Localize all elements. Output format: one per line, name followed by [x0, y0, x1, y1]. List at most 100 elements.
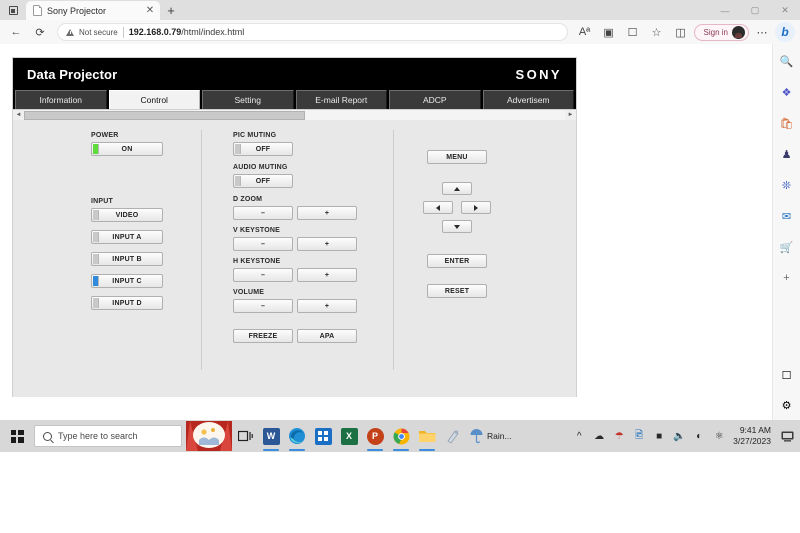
browser-essentials-icon[interactable]: ☐ — [778, 366, 796, 384]
tab-advertisement[interactable]: Advertisem — [482, 90, 574, 109]
enter-button[interactable]: ENTER — [427, 254, 487, 268]
h-keystone-plus-button[interactable]: + — [297, 268, 357, 282]
scrollbar-track[interactable] — [24, 109, 565, 121]
task-view-button[interactable] — [232, 420, 258, 452]
input-b-button[interactable]: INPUT B — [91, 252, 163, 266]
settings-gear-icon[interactable]: ⚙ — [778, 396, 796, 414]
audio-muting-label: AUDIO MUTING — [233, 164, 288, 171]
volume-plus-button[interactable]: + — [297, 299, 357, 313]
umbrella-icon — [470, 429, 483, 444]
tab-strip: Sony Projector ✕ + — ▢ ✕ — [0, 0, 800, 20]
left-arrow-icon — [436, 204, 440, 211]
power-on-button[interactable]: ON — [91, 142, 163, 156]
scroll-right-arrow-icon[interactable]: ► — [565, 109, 576, 121]
taskbar-app-file-explorer[interactable] — [414, 420, 440, 452]
browser-tab[interactable]: Sony Projector ✕ — [26, 1, 160, 20]
new-tab-button[interactable]: + — [160, 1, 182, 20]
add-icon[interactable]: + — [778, 269, 796, 287]
onedrive-icon[interactable]: ☁ — [589, 420, 609, 452]
audio-muting-button[interactable]: OFF — [233, 174, 293, 188]
browser-settings-menu-icon[interactable]: ⋯ — [751, 22, 773, 42]
minimize-button[interactable]: — — [710, 1, 740, 20]
input-c-button[interactable]: INPUT C — [91, 274, 163, 288]
edge-sidebar: 🔍 ❖ 🛍 ♟ ❊ ✉ 🛒 + ☐ ⚙ — [772, 44, 800, 420]
battery-icon[interactable]: ■ — [649, 420, 669, 452]
power-group: POWER ON — [91, 132, 163, 156]
window-controls: — ▢ ✕ — [710, 1, 800, 20]
tab-adcp[interactable]: ADCP — [389, 90, 481, 109]
network-icon[interactable]: ◐ — [689, 420, 709, 452]
taskbar-app-excel[interactable]: X — [336, 420, 362, 452]
right-arrow-icon — [474, 204, 478, 211]
taskbar-app-microsoft-store[interactable] — [310, 420, 336, 452]
apa-button[interactable]: APA — [297, 329, 357, 343]
close-tab-icon[interactable]: ✕ — [144, 5, 156, 17]
search-icon[interactable]: 🔍 — [778, 52, 796, 70]
copilot-sidebar-icon[interactable]: ❊ — [778, 176, 796, 194]
taskbar-app-edge[interactable] — [284, 420, 310, 452]
pic-muting-button[interactable]: OFF — [233, 142, 293, 156]
menu-button[interactable]: MENU — [427, 150, 487, 164]
taskbar-app-paint[interactable] — [440, 420, 466, 452]
read-aloud-icon[interactable]: Aª — [574, 22, 596, 42]
shopping-bag-icon[interactable]: 🛍 — [778, 114, 796, 132]
input-video-button[interactable]: VIDEO — [91, 208, 163, 222]
input-d-button[interactable]: INPUT D — [91, 296, 163, 310]
notifications-icon[interactable] — [778, 420, 796, 452]
start-icon[interactable] — [2, 420, 32, 452]
h-keystone-minus-button[interactable]: – — [233, 268, 293, 282]
outlook-icon[interactable]: ✉ — [778, 207, 796, 225]
address-bar[interactable]: Not secure 192.168.0.79/html/index.html — [57, 23, 568, 41]
discover-icon[interactable]: ❖ — [778, 83, 796, 101]
weather-widget[interactable]: Rain... — [466, 428, 512, 444]
games-icon[interactable]: ♟ — [778, 145, 796, 163]
photos-icon[interactable]: 🖻 — [629, 420, 649, 452]
zoom-icon[interactable]: ▣ — [598, 22, 620, 42]
back-button[interactable]: ← — [5, 22, 27, 42]
tab-email-report[interactable]: E-mail Report — [295, 90, 387, 109]
news-weather-widget[interactable] — [186, 421, 232, 451]
tab-information[interactable]: Information — [15, 90, 107, 109]
scroll-left-arrow-icon[interactable]: ◄ — [13, 109, 24, 121]
refresh-button[interactable]: ⟳ — [29, 22, 51, 42]
maximize-button[interactable]: ▢ — [740, 1, 770, 20]
show-hidden-icons[interactable]: ^ — [569, 420, 589, 452]
dpad-left-button[interactable] — [423, 201, 453, 214]
taskbar-clock[interactable]: 9:41 AM 3/27/2023 — [729, 425, 778, 448]
dpad-right-button[interactable] — [461, 201, 491, 214]
tab-actions-icon[interactable] — [0, 1, 26, 20]
dpad-up-button[interactable] — [442, 182, 472, 195]
split-screen-icon[interactable]: ◫ — [670, 22, 692, 42]
input-a-button[interactable]: INPUT A — [91, 230, 163, 244]
taskbar-app-powerpoint[interactable]: P — [362, 420, 388, 452]
copilot-icon[interactable]: b — [775, 22, 795, 42]
url-text: 192.168.0.79/html/index.html — [129, 27, 245, 37]
favorites-icon[interactable]: ☆ — [646, 22, 668, 42]
sign-in-button[interactable]: Sign in — [693, 23, 749, 41]
search-input[interactable]: Type here to search — [34, 425, 182, 447]
v-keystone-plus-button[interactable]: + — [297, 237, 357, 251]
reset-button[interactable]: RESET — [427, 284, 487, 298]
d-zoom-plus-button[interactable]: + — [297, 206, 357, 220]
volume-icon[interactable]: 🔈 — [669, 420, 689, 452]
taskbar-app-chrome[interactable] — [388, 420, 414, 452]
shopping-cart-icon[interactable]: 🛒 — [778, 238, 796, 256]
horizontal-scrollbar[interactable]: ◄ ► — [13, 109, 576, 121]
scrollbar-thumb[interactable] — [24, 110, 306, 120]
close-window-button[interactable]: ✕ — [770, 1, 800, 20]
v-keystone-minus-button[interactable]: – — [233, 237, 293, 251]
tab-setting[interactable]: Setting — [202, 90, 294, 109]
menu-navigation-group: MENU ENTER RESET — [421, 150, 493, 298]
collections-icon[interactable]: ☐ — [622, 22, 644, 42]
dpad-down-button[interactable] — [442, 220, 472, 233]
taskbar-app-word[interactable]: W — [258, 420, 284, 452]
d-zoom-minus-button[interactable]: – — [233, 206, 293, 220]
avatar — [732, 25, 745, 39]
tab-control[interactable]: Control — [108, 90, 200, 109]
freeze-button[interactable]: FREEZE — [233, 329, 293, 343]
volume-minus-button[interactable]: – — [233, 299, 293, 313]
bluetooth-icon[interactable]: ⚛ — [709, 420, 729, 452]
defender-icon[interactable]: ☂ — [609, 420, 629, 452]
panel-body: POWER ON INPUT VIDEO INPUT A INPUT B INP… — [13, 120, 576, 397]
browser-window: Sony Projector ✕ + — ▢ ✕ ← ⟳ Not secure … — [0, 0, 800, 420]
